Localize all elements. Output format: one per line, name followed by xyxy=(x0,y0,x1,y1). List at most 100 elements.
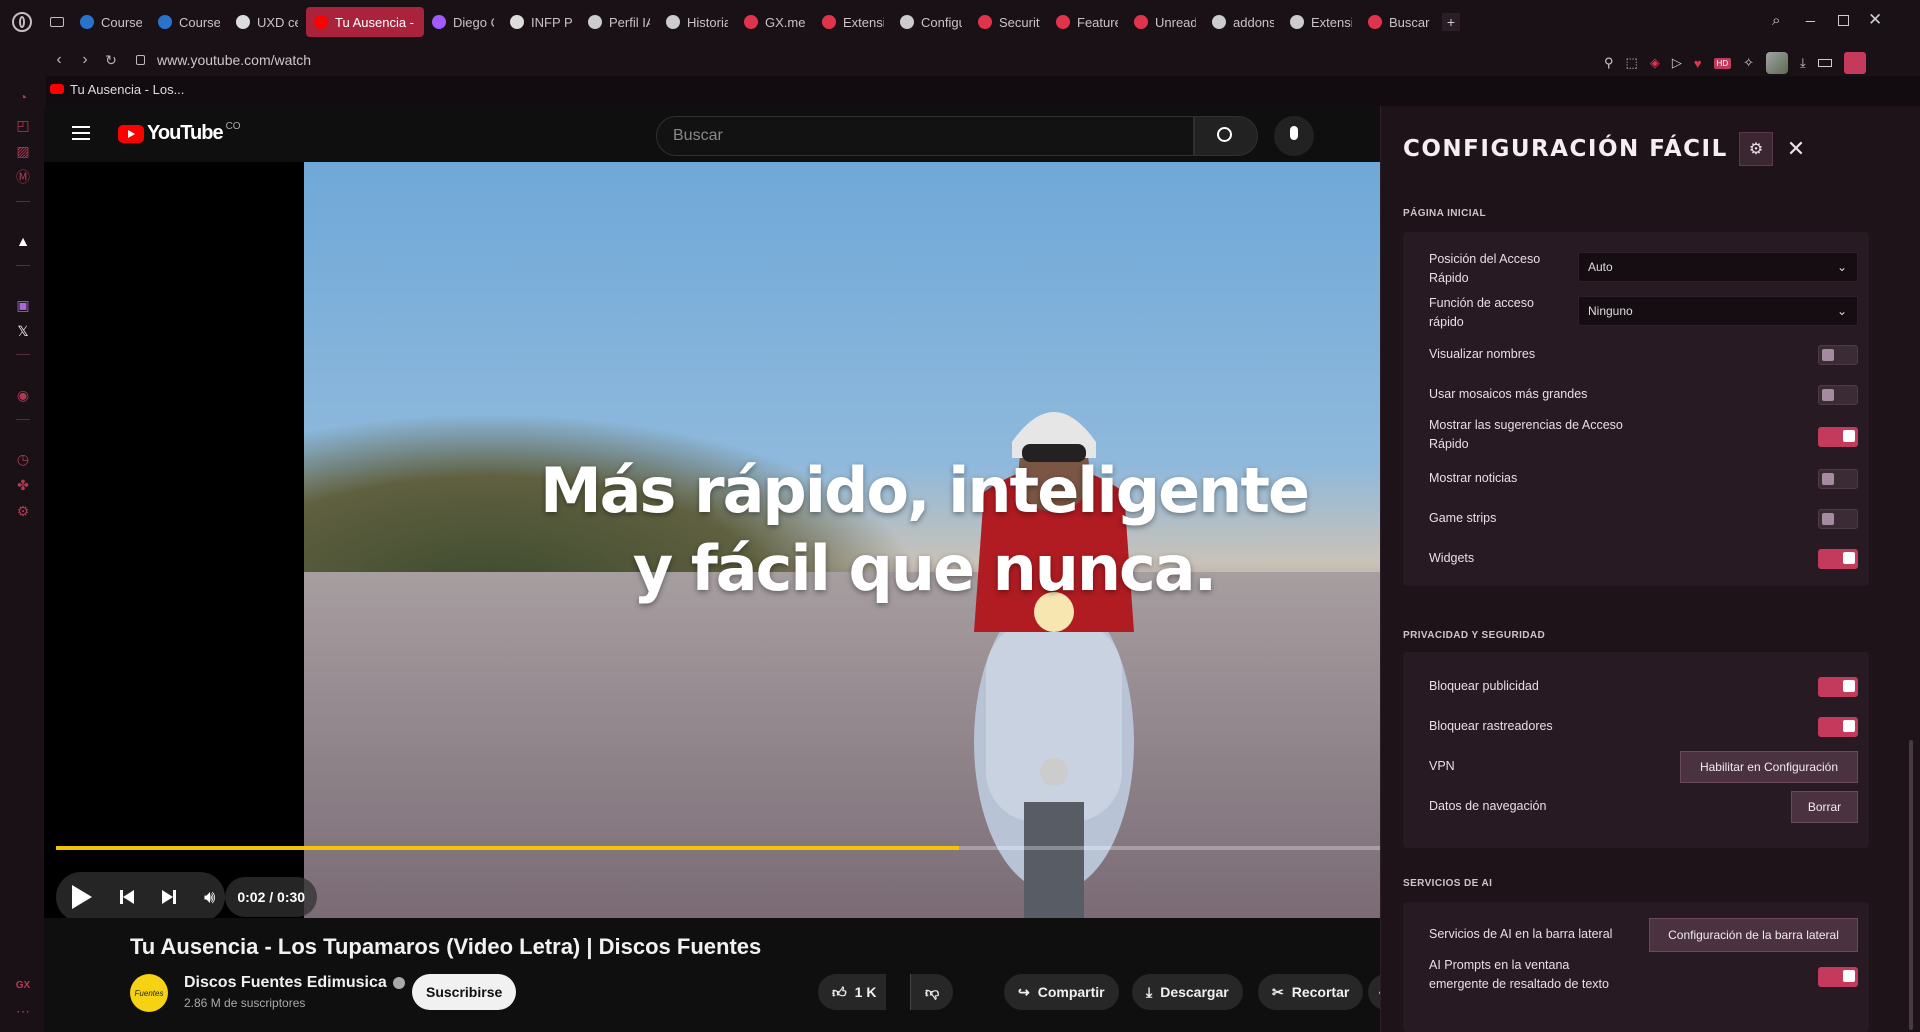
settings-gear-button[interactable]: ⚙ xyxy=(1739,132,1773,166)
like-button[interactable]: 👍︎ 1 K xyxy=(818,974,887,1010)
heart-icon[interactable]: ♥ xyxy=(1694,56,1702,71)
tab-11[interactable]: Security xyxy=(970,7,1048,37)
tab-workspace-icon[interactable] xyxy=(50,17,64,27)
country-code: CO xyxy=(225,121,241,132)
channel-name[interactable]: Discos Fuentes Edimusica xyxy=(184,974,405,992)
speed-dial-position-select[interactable]: Auto ⌄ xyxy=(1578,252,1858,282)
clip-button[interactable]: ✂ Recortar xyxy=(1258,974,1364,1010)
clear-data-button[interactable]: Borrar xyxy=(1791,791,1858,823)
tab-14[interactable]: addons.c xyxy=(1204,7,1282,37)
send-icon[interactable]: ▷ xyxy=(1672,55,1682,71)
panel-scrollbar[interactable] xyxy=(1909,740,1913,1030)
ai-prompts-toggle[interactable] xyxy=(1818,967,1858,987)
tab-3[interactable]: Tu Ausencia - Lo xyxy=(306,7,424,37)
block-trackers-toggle[interactable] xyxy=(1818,717,1858,737)
clock-icon xyxy=(666,15,680,29)
ai-aria-icon[interactable]: ▲ xyxy=(14,232,32,250)
speed-dial-function-select[interactable]: Ninguno ⌄ xyxy=(1578,296,1858,326)
channel-avatar[interactable]: Fuentes xyxy=(130,974,168,1012)
tab-5[interactable]: INFP Per xyxy=(502,7,580,37)
player-icon[interactable]: ◉ xyxy=(14,386,32,404)
settings-icon[interactable]: ⚙ xyxy=(14,502,32,520)
voice-search-button[interactable] xyxy=(1274,116,1314,156)
game-strips-toggle[interactable] xyxy=(1818,509,1858,529)
tab-6[interactable]: Perfil IA xyxy=(580,7,658,37)
tab-7[interactable]: Historial xyxy=(658,7,736,37)
tab-label: Coursera xyxy=(179,14,220,30)
next-button[interactable] xyxy=(162,890,176,904)
pinned-tab-label[interactable]: Tu Ausencia - Los... xyxy=(70,82,184,97)
search-button[interactable] xyxy=(1194,116,1258,156)
tab-8[interactable]: GX.me - xyxy=(736,7,814,37)
gx-logo-icon[interactable]: GX xyxy=(14,976,32,994)
share-button[interactable]: ↪ Compartir xyxy=(1004,974,1119,1010)
restore-button[interactable] xyxy=(1838,15,1849,26)
easy-setup-icon[interactable] xyxy=(1843,52,1866,74)
news-label: Mostrar noticias xyxy=(1429,471,1518,485)
download-label: Descargar xyxy=(1160,984,1229,1000)
tab-1[interactable]: Coursera xyxy=(150,7,228,37)
play-button[interactable] xyxy=(72,885,92,909)
more-icon[interactable]: ⋯ xyxy=(14,1002,32,1020)
tab-13[interactable]: Unread xyxy=(1126,7,1204,37)
tab-9[interactable]: Extensio xyxy=(814,7,892,37)
history-icon[interactable]: ◷ xyxy=(14,450,32,468)
previous-button[interactable] xyxy=(120,890,134,904)
forward-icon[interactable]: › xyxy=(72,51,98,69)
pin-icon[interactable]: ⚲ xyxy=(1604,55,1614,71)
extensions-icon[interactable]: ✧ xyxy=(1743,55,1754,71)
battery-saver-icon[interactable] xyxy=(1817,59,1832,67)
back-icon[interactable]: ‹ xyxy=(46,51,72,69)
youtube-play-logo-icon xyxy=(118,124,144,143)
tab-12[interactable]: Features xyxy=(1048,7,1126,37)
search-tabs-icon[interactable]: ⌕ xyxy=(1772,12,1780,29)
speed-dial-function-label: Función de acceso rápido xyxy=(1429,296,1534,329)
close-panel-button[interactable]: ✕ xyxy=(1781,134,1811,164)
new-tab-button[interactable]: + xyxy=(1442,13,1460,31)
widgets-toggle[interactable] xyxy=(1818,549,1858,569)
video-player[interactable]: Más rápido, inteligente y fácil que nunc… xyxy=(44,162,1384,918)
opera-gx-logo-icon[interactable] xyxy=(12,12,32,32)
dislike-button[interactable]: 👎︎ xyxy=(910,974,954,1010)
bigger-tiles-toggle[interactable] xyxy=(1818,385,1858,405)
tab-0[interactable]: Coursera xyxy=(72,7,150,37)
download-button[interactable]: ⤓ Descargar xyxy=(1132,974,1243,1010)
search-input[interactable]: Buscar xyxy=(656,116,1194,156)
tab-4[interactable]: Diego Ca xyxy=(424,7,502,37)
enable-vpn-button[interactable]: Habilitar en Configuración xyxy=(1680,751,1858,783)
x-twitter-icon[interactable]: 𝕏 xyxy=(14,322,32,340)
volume-icon[interactable]: 🔊︎ xyxy=(204,887,215,908)
extensions-sidebar-icon[interactable]: ✤ xyxy=(14,476,32,494)
tab-16[interactable]: Buscar - xyxy=(1360,7,1438,37)
subscribe-button[interactable]: Suscribirse xyxy=(412,974,517,1010)
hd-badge-icon[interactable]: HD xyxy=(1713,57,1732,69)
tab-label: Configur xyxy=(921,14,962,30)
block-ads-toggle[interactable] xyxy=(1818,677,1858,697)
tab-label: GX.me - xyxy=(765,14,806,30)
show-names-toggle[interactable] xyxy=(1818,345,1858,365)
progress-bar[interactable] xyxy=(56,846,1384,850)
news-toggle[interactable] xyxy=(1818,469,1858,489)
download-icon[interactable]: ⤓ xyxy=(1800,55,1806,71)
tab-2[interactable]: UXD cert xyxy=(228,7,306,37)
subscriber-count: 2.86 M de suscriptores xyxy=(184,996,306,1010)
menu-icon[interactable] xyxy=(72,126,90,140)
twitch-icon[interactable]: ▣ xyxy=(14,296,32,314)
gx-cleaner-icon[interactable]: ▨ xyxy=(14,142,32,160)
tab-15[interactable]: Extensio xyxy=(1282,7,1360,37)
gx-control-icon[interactable]: ◔ xyxy=(14,88,32,106)
ai-sidebar-config-button[interactable]: Configuración de la barra lateral xyxy=(1649,918,1858,952)
messenger-icon[interactable]: Ⓜ xyxy=(14,168,32,186)
profile-avatar-icon[interactable] xyxy=(1766,52,1789,74)
reload-icon[interactable]: ↻ xyxy=(98,52,124,69)
pocket-icon[interactable]: ◈ xyxy=(1650,55,1660,71)
tab-10[interactable]: Configur xyxy=(892,7,970,37)
youtube-logo[interactable]: YouTube CO xyxy=(118,121,241,145)
url-field[interactable]: www.youtube.com/watch xyxy=(157,52,311,68)
minimize-button[interactable]: _ xyxy=(1806,6,1815,24)
figma-icon xyxy=(432,15,446,29)
close-window-button[interactable]: ✕ xyxy=(1868,10,1882,30)
gx-corner-icon[interactable]: ◰ xyxy=(14,116,32,134)
suggestions-toggle[interactable] xyxy=(1818,427,1858,447)
snapshot-icon[interactable]: ⬚ xyxy=(1626,55,1638,71)
